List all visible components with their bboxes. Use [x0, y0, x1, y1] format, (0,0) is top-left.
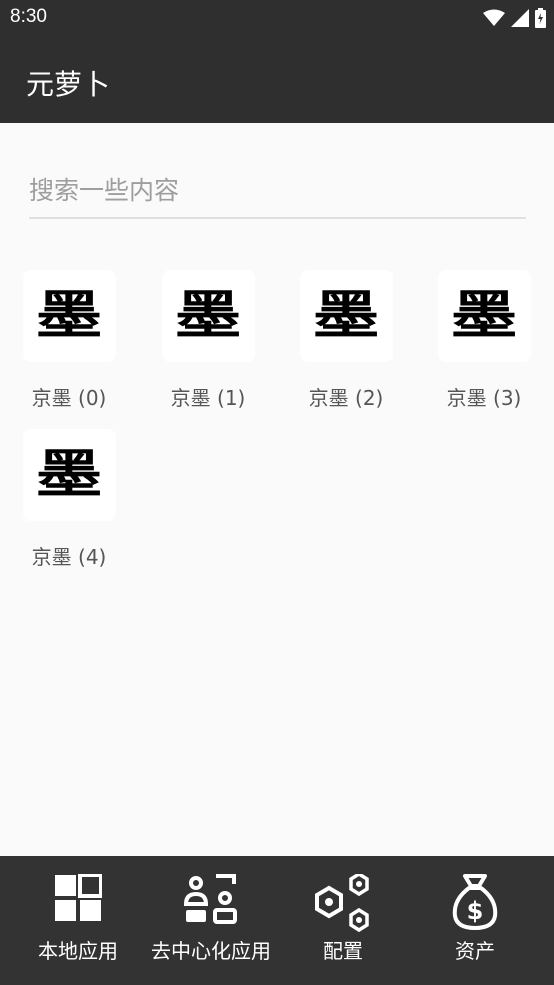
nav-item-local-apps[interactable]: 本地应用 [12, 856, 144, 963]
nav-label: 配置 [323, 939, 363, 963]
nav-label: 资产 [455, 939, 495, 963]
nav-item-dapps[interactable]: 去中心化应用 [145, 856, 277, 963]
app-icon: 墨 [23, 270, 116, 362]
svg-text:$: $ [467, 897, 484, 925]
search-input[interactable] [29, 162, 526, 218]
app-glyph: 墨 [313, 285, 380, 346]
grid-icon [55, 874, 102, 921]
app-glyph: 墨 [36, 285, 103, 346]
status-bar: 8:30 [0, 0, 554, 37]
app-label: 京墨 (4) [31, 545, 107, 569]
app-item-4[interactable]: 墨 京墨 (4) [0, 429, 138, 579]
app-glyph: 墨 [175, 285, 242, 346]
app-icon: 墨 [438, 270, 531, 362]
money-bag-icon: $ [452, 874, 498, 930]
nav-label: 去中心化应用 [151, 939, 271, 963]
nav-item-settings[interactable]: 配置 [277, 856, 409, 963]
app-label: 京墨 (2) [308, 386, 384, 410]
battery-icon [535, 8, 546, 28]
app-bar: 元萝卜 [0, 37, 554, 123]
app-icon: 墨 [23, 429, 116, 521]
app-glyph: 墨 [451, 285, 518, 346]
app-label: 京墨 (3) [446, 386, 522, 410]
status-time: 8:30 [10, 6, 47, 27]
hexagons-icon [315, 874, 369, 933]
app-icon: 墨 [162, 270, 255, 362]
app-glyph: 墨 [36, 444, 103, 505]
search-field [29, 162, 526, 220]
search-underline [29, 217, 526, 219]
nav-item-assets[interactable]: $ 资产 [409, 856, 541, 963]
wifi-icon [483, 9, 505, 26]
app-item-3[interactable]: 墨 京墨 (3) [415, 270, 553, 420]
app-item-1[interactable]: 墨 京墨 (1) [139, 270, 277, 420]
app-label: 京墨 (0) [31, 386, 107, 410]
people-icon [184, 874, 237, 924]
app-item-2[interactable]: 墨 京墨 (2) [277, 270, 415, 420]
app-item-0[interactable]: 墨 京墨 (0) [0, 270, 138, 420]
app-icon: 墨 [300, 270, 393, 362]
bottom-nav: 本地应用 去中心化应用 配置 $ 资产 [0, 856, 554, 985]
nav-label: 本地应用 [38, 939, 118, 963]
signal-icon [511, 9, 529, 27]
app-title: 元萝卜 [26, 68, 111, 101]
app-label: 京墨 (1) [170, 386, 246, 410]
